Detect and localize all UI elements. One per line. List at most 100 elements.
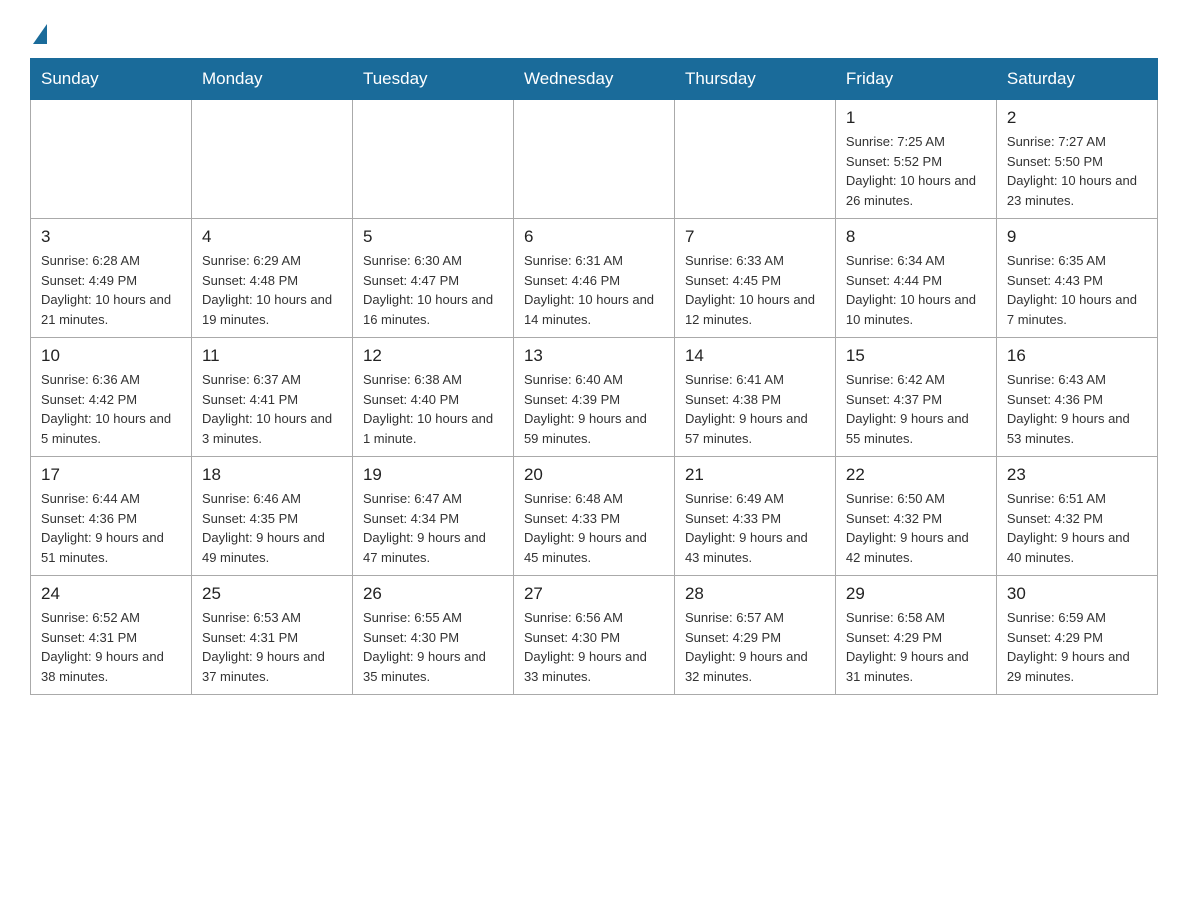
day-number: 16: [1007, 346, 1147, 366]
day-info: Sunrise: 6:55 AM Sunset: 4:30 PM Dayligh…: [363, 608, 503, 686]
day-number: 3: [41, 227, 181, 247]
day-info: Sunrise: 6:29 AM Sunset: 4:48 PM Dayligh…: [202, 251, 342, 329]
calendar-cell: 2 Sunrise: 7:27 AM Sunset: 5:50 PM Daylig…: [996, 100, 1157, 219]
calendar-cell: 24 Sunrise: 6:52 AM Sunset: 4:31 PM Dayli…: [31, 576, 192, 695]
calendar-cell: 29 Sunrise: 6:58 AM Sunset: 4:29 PM Dayli…: [835, 576, 996, 695]
calendar-cell: 27 Sunrise: 6:56 AM Sunset: 4:30 PM Dayli…: [513, 576, 674, 695]
day-number: 14: [685, 346, 825, 366]
calendar-cell: 17 Sunrise: 6:44 AM Sunset: 4:36 PM Dayli…: [31, 457, 192, 576]
calendar-cell: 8 Sunrise: 6:34 AM Sunset: 4:44 PM Daylig…: [835, 219, 996, 338]
calendar-cell: 9 Sunrise: 6:35 AM Sunset: 4:43 PM Daylig…: [996, 219, 1157, 338]
weekday-header-tuesday: Tuesday: [352, 59, 513, 100]
day-number: 10: [41, 346, 181, 366]
day-number: 21: [685, 465, 825, 485]
day-number: 20: [524, 465, 664, 485]
day-number: 28: [685, 584, 825, 604]
day-number: 5: [363, 227, 503, 247]
calendar-cell: 21Sunrise: 6:49 AM Sunset: 4:33 PM Dayli…: [674, 457, 835, 576]
day-number: 22: [846, 465, 986, 485]
calendar-table: SundayMondayTuesdayWednesdayThursdayFrid…: [30, 58, 1158, 695]
calendar-cell: 6 Sunrise: 6:31 AM Sunset: 4:46 PM Daylig…: [513, 219, 674, 338]
day-info: Sunrise: 7:27 AM Sunset: 5:50 PM Dayligh…: [1007, 132, 1147, 210]
calendar-cell: 22 Sunrise: 6:50 AM Sunset: 4:32 PM Dayli…: [835, 457, 996, 576]
calendar-cell: 3 Sunrise: 6:28 AM Sunset: 4:49 PM Daylig…: [31, 219, 192, 338]
day-info: Sunrise: 6:40 AM Sunset: 4:39 PM Dayligh…: [524, 370, 664, 448]
day-info: Sunrise: 6:33 AM Sunset: 4:45 PM Dayligh…: [685, 251, 825, 329]
day-number: 12: [363, 346, 503, 366]
calendar-cell: 30 Sunrise: 6:59 AM Sunset: 4:29 PM Dayli…: [996, 576, 1157, 695]
day-info: Sunrise: 6:56 AM Sunset: 4:30 PM Dayligh…: [524, 608, 664, 686]
calendar-cell: [191, 100, 352, 219]
day-info: Sunrise: 6:43 AM Sunset: 4:36 PM Dayligh…: [1007, 370, 1147, 448]
day-info: Sunrise: 6:57 AM Sunset: 4:29 PM Dayligh…: [685, 608, 825, 686]
day-info: Sunrise: 6:51 AM Sunset: 4:32 PM Dayligh…: [1007, 489, 1147, 567]
day-info: Sunrise: 7:25 AM Sunset: 5:52 PM Dayligh…: [846, 132, 986, 210]
calendar-cell: 28 Sunrise: 6:57 AM Sunset: 4:29 PM Dayli…: [674, 576, 835, 695]
calendar-cell: 4 Sunrise: 6:29 AM Sunset: 4:48 PM Daylig…: [191, 219, 352, 338]
calendar-cell: 11Sunrise: 6:37 AM Sunset: 4:41 PM Dayli…: [191, 338, 352, 457]
calendar-cell: 19 Sunrise: 6:47 AM Sunset: 4:34 PM Dayli…: [352, 457, 513, 576]
day-number: 24: [41, 584, 181, 604]
calendar-cell: 10 Sunrise: 6:36 AM Sunset: 4:42 PM Dayli…: [31, 338, 192, 457]
day-info: Sunrise: 6:42 AM Sunset: 4:37 PM Dayligh…: [846, 370, 986, 448]
day-info: Sunrise: 6:34 AM Sunset: 4:44 PM Dayligh…: [846, 251, 986, 329]
calendar-cell: 14Sunrise: 6:41 AM Sunset: 4:38 PM Dayli…: [674, 338, 835, 457]
day-info: Sunrise: 6:52 AM Sunset: 4:31 PM Dayligh…: [41, 608, 181, 686]
day-number: 1: [846, 108, 986, 128]
calendar-cell: 7 Sunrise: 6:33 AM Sunset: 4:45 PM Daylig…: [674, 219, 835, 338]
weekday-header-sunday: Sunday: [31, 59, 192, 100]
day-number: 15: [846, 346, 986, 366]
weekday-header-saturday: Saturday: [996, 59, 1157, 100]
calendar-week-3: 10 Sunrise: 6:36 AM Sunset: 4:42 PM Dayli…: [31, 338, 1158, 457]
day-number: 8: [846, 227, 986, 247]
day-number: 6: [524, 227, 664, 247]
day-number: 19: [363, 465, 503, 485]
day-info: Sunrise: 6:37 AM Sunset: 4:41 PM Dayligh…: [202, 370, 342, 448]
weekday-header-wednesday: Wednesday: [513, 59, 674, 100]
calendar-cell: 25 Sunrise: 6:53 AM Sunset: 4:31 PM Dayli…: [191, 576, 352, 695]
day-info: Sunrise: 6:38 AM Sunset: 4:40 PM Dayligh…: [363, 370, 503, 448]
calendar-week-2: 3 Sunrise: 6:28 AM Sunset: 4:49 PM Daylig…: [31, 219, 1158, 338]
calendar-cell: 1 Sunrise: 7:25 AM Sunset: 5:52 PM Daylig…: [835, 100, 996, 219]
day-number: 9: [1007, 227, 1147, 247]
day-info: Sunrise: 6:31 AM Sunset: 4:46 PM Dayligh…: [524, 251, 664, 329]
calendar-cell: 26 Sunrise: 6:55 AM Sunset: 4:30 PM Dayli…: [352, 576, 513, 695]
calendar-cell: [674, 100, 835, 219]
day-number: 7: [685, 227, 825, 247]
day-info: Sunrise: 6:30 AM Sunset: 4:47 PM Dayligh…: [363, 251, 503, 329]
day-number: 23: [1007, 465, 1147, 485]
calendar-week-1: 1 Sunrise: 7:25 AM Sunset: 5:52 PM Daylig…: [31, 100, 1158, 219]
day-info: Sunrise: 6:44 AM Sunset: 4:36 PM Dayligh…: [41, 489, 181, 567]
day-info: Sunrise: 6:59 AM Sunset: 4:29 PM Dayligh…: [1007, 608, 1147, 686]
logo-triangle-icon: [33, 24, 47, 44]
calendar-cell: 15 Sunrise: 6:42 AM Sunset: 4:37 PM Dayli…: [835, 338, 996, 457]
calendar-cell: [513, 100, 674, 219]
day-number: 25: [202, 584, 342, 604]
day-number: 18: [202, 465, 342, 485]
day-number: 29: [846, 584, 986, 604]
header: [30, 20, 1158, 40]
day-info: Sunrise: 6:53 AM Sunset: 4:31 PM Dayligh…: [202, 608, 342, 686]
day-number: 27: [524, 584, 664, 604]
day-number: 13: [524, 346, 664, 366]
day-number: 2: [1007, 108, 1147, 128]
logo: [30, 20, 47, 40]
day-number: 26: [363, 584, 503, 604]
day-number: 30: [1007, 584, 1147, 604]
day-info: Sunrise: 6:28 AM Sunset: 4:49 PM Dayligh…: [41, 251, 181, 329]
weekday-header-friday: Friday: [835, 59, 996, 100]
calendar-cell: 18 Sunrise: 6:46 AM Sunset: 4:35 PM Dayli…: [191, 457, 352, 576]
day-info: Sunrise: 6:46 AM Sunset: 4:35 PM Dayligh…: [202, 489, 342, 567]
calendar-cell: 13 Sunrise: 6:40 AM Sunset: 4:39 PM Dayli…: [513, 338, 674, 457]
day-info: Sunrise: 6:47 AM Sunset: 4:34 PM Dayligh…: [363, 489, 503, 567]
day-info: Sunrise: 6:36 AM Sunset: 4:42 PM Dayligh…: [41, 370, 181, 448]
day-info: Sunrise: 6:50 AM Sunset: 4:32 PM Dayligh…: [846, 489, 986, 567]
calendar-cell: 5 Sunrise: 6:30 AM Sunset: 4:47 PM Daylig…: [352, 219, 513, 338]
calendar-cell: 12 Sunrise: 6:38 AM Sunset: 4:40 PM Dayli…: [352, 338, 513, 457]
day-info: Sunrise: 6:58 AM Sunset: 4:29 PM Dayligh…: [846, 608, 986, 686]
calendar-cell: 16 Sunrise: 6:43 AM Sunset: 4:36 PM Dayli…: [996, 338, 1157, 457]
day-number: 17: [41, 465, 181, 485]
day-number: 4: [202, 227, 342, 247]
day-info: Sunrise: 6:35 AM Sunset: 4:43 PM Dayligh…: [1007, 251, 1147, 329]
calendar-cell: [352, 100, 513, 219]
